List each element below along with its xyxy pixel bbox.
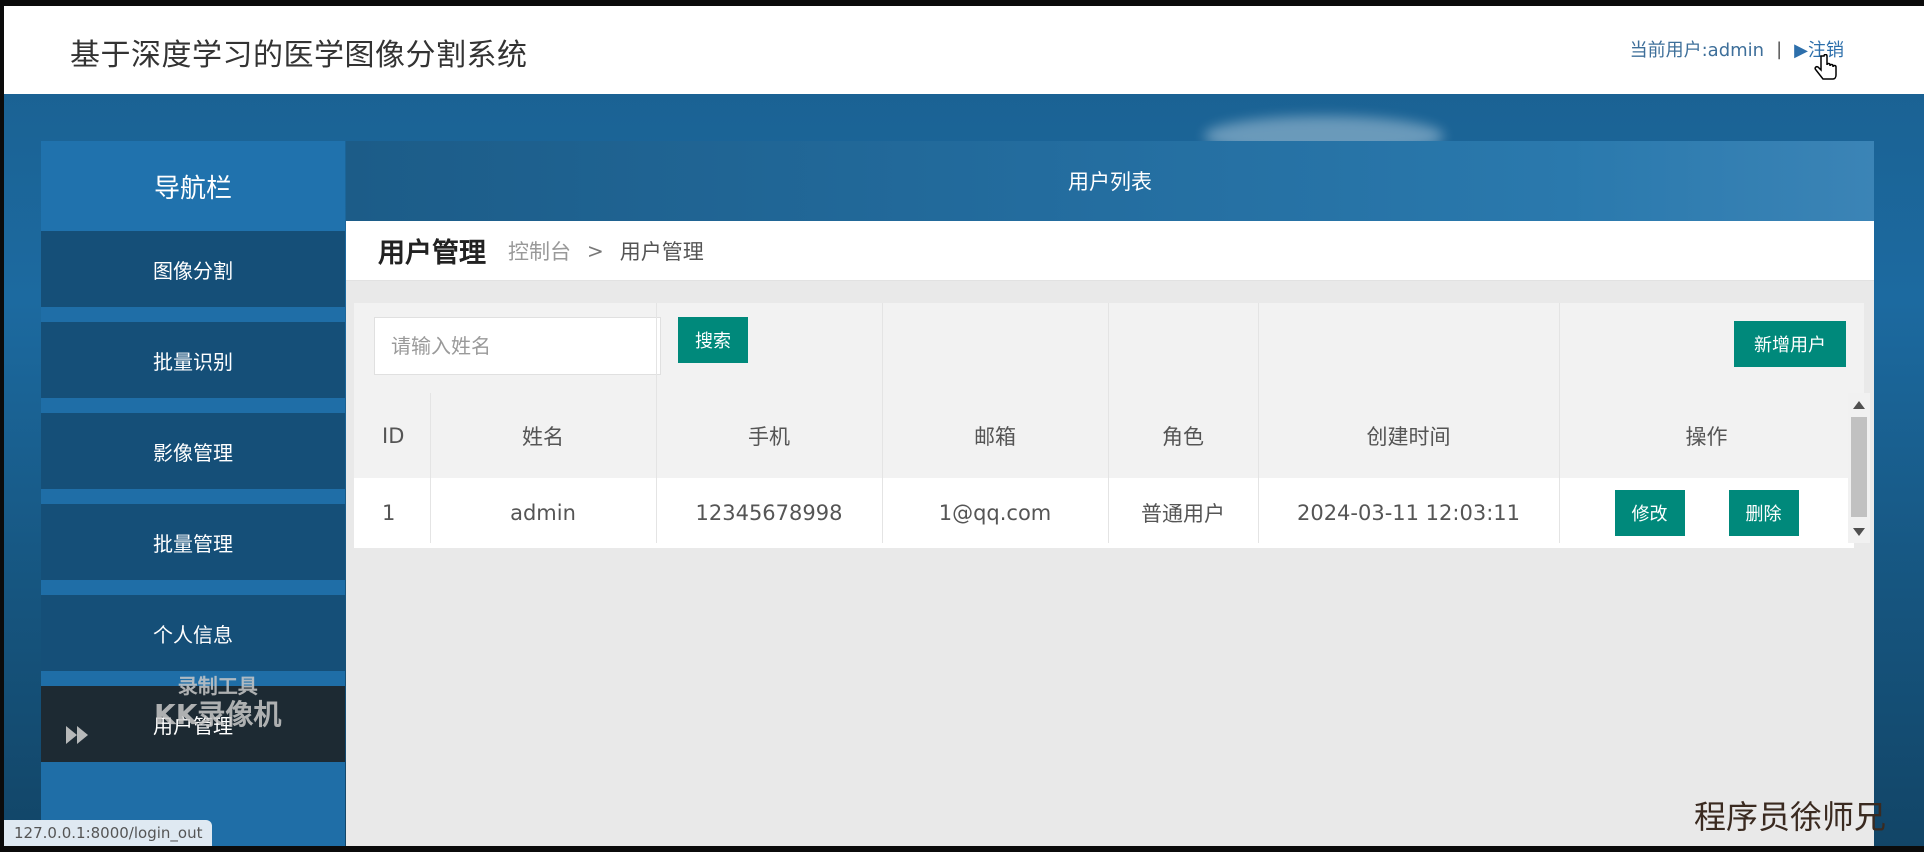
search-input[interactable] bbox=[374, 317, 661, 375]
search-button[interactable]: 搜索 bbox=[678, 317, 748, 363]
column-divider bbox=[1258, 303, 1259, 543]
main-content: 用户列表 用户管理 控制台 > 用户管理 搜索 新增用户 ID bbox=[346, 141, 1874, 846]
cell-created: 2024-03-11 12:03:11 bbox=[1258, 478, 1559, 548]
user-table: ID 姓名 手机 邮箱 角色 创建时间 操作 1 admin 123456789… bbox=[354, 393, 1854, 548]
column-header-email: 邮箱 bbox=[882, 393, 1108, 478]
sidebar-title: 导航栏 bbox=[41, 141, 345, 231]
scrollbar-thumb[interactable] bbox=[1851, 417, 1867, 517]
breadcrumb: 用户管理 控制台 > 用户管理 bbox=[346, 221, 1874, 281]
browser-viewport: 基于深度学习的医学图像分割系统 当前用户:admin | ▶注销 导航栏 图像分… bbox=[4, 6, 1924, 846]
user-area: 当前用户:admin | ▶注销 bbox=[1630, 36, 1844, 62]
sidebar-item-batch-recognition[interactable]: 批量识别 bbox=[41, 322, 345, 398]
current-user-label: 当前用户:admin bbox=[1629, 40, 1765, 61]
column-divider bbox=[656, 303, 657, 543]
breadcrumb-separator: > bbox=[587, 238, 604, 263]
app-title: 基于深度学习的医学图像分割系统 bbox=[70, 38, 528, 73]
column-divider bbox=[430, 393, 431, 543]
sidebar-item-image-segmentation[interactable]: 图像分割 bbox=[41, 231, 345, 307]
fast-forward-icon bbox=[66, 726, 88, 744]
column-divider bbox=[1559, 303, 1560, 543]
delete-button[interactable]: 删除 bbox=[1728, 490, 1799, 536]
column-header-id: ID bbox=[354, 393, 430, 478]
column-header-name: 姓名 bbox=[430, 393, 656, 478]
cell-phone: 12345678998 bbox=[656, 478, 882, 548]
cell-name: admin bbox=[430, 478, 656, 548]
sidebar-item-profile[interactable]: 个人信息 bbox=[41, 595, 345, 671]
recorder-watermark: 录制工具 KK录像机 bbox=[154, 674, 281, 732]
author-watermark: 程序员徐师兄 bbox=[1694, 798, 1887, 836]
sidebar-item-batch-management[interactable]: 批量管理 bbox=[41, 504, 345, 580]
recorder-watermark-line2: KK录像机 bbox=[154, 698, 282, 731]
scroll-down-icon[interactable] bbox=[1853, 528, 1865, 536]
hand-cursor-icon bbox=[1814, 54, 1837, 80]
cell-id: 1 bbox=[354, 478, 430, 548]
column-header-phone: 手机 bbox=[656, 393, 882, 478]
column-header-actions: 操作 bbox=[1559, 393, 1854, 478]
column-divider bbox=[1108, 303, 1109, 543]
panel-title: 用户列表 bbox=[346, 141, 1874, 221]
breadcrumb-console-link[interactable]: 控制台 bbox=[508, 236, 571, 266]
cell-actions: 修改 删除 bbox=[1559, 478, 1854, 548]
top-header: 基于深度学习的医学图像分割系统 当前用户:admin | ▶注销 bbox=[4, 6, 1924, 94]
page-title: 用户管理 bbox=[378, 238, 486, 269]
user-table-container: 搜索 新增用户 ID 姓名 手机 邮箱 角色 创建时间 操作 bbox=[354, 303, 1870, 548]
header-separator: | bbox=[1776, 38, 1783, 60]
scroll-up-icon[interactable] bbox=[1853, 401, 1865, 409]
status-url: 127.0.0.1:8000/login_out bbox=[4, 820, 213, 846]
column-header-role: 角色 bbox=[1108, 393, 1258, 478]
table-row: 1 admin 12345678998 1@qq.com 普通用户 2024-0… bbox=[354, 478, 1854, 548]
column-divider bbox=[882, 303, 883, 543]
cell-role: 普通用户 bbox=[1108, 478, 1258, 548]
cell-email: 1@qq.com bbox=[882, 478, 1108, 548]
table-scrollbar[interactable] bbox=[1848, 393, 1870, 543]
column-header-created: 创建时间 bbox=[1258, 393, 1559, 478]
sidebar-item-image-management[interactable]: 影像管理 bbox=[41, 413, 345, 489]
table-toolbar: 搜索 新增用户 bbox=[354, 303, 1854, 393]
add-user-button[interactable]: 新增用户 bbox=[1734, 321, 1846, 367]
table-header-row: ID 姓名 手机 邮箱 角色 创建时间 操作 bbox=[354, 393, 1854, 478]
breadcrumb-current: 用户管理 bbox=[619, 239, 704, 264]
recorder-watermark-line1: 录制工具 bbox=[177, 674, 258, 698]
edit-button[interactable]: 修改 bbox=[1614, 490, 1685, 536]
